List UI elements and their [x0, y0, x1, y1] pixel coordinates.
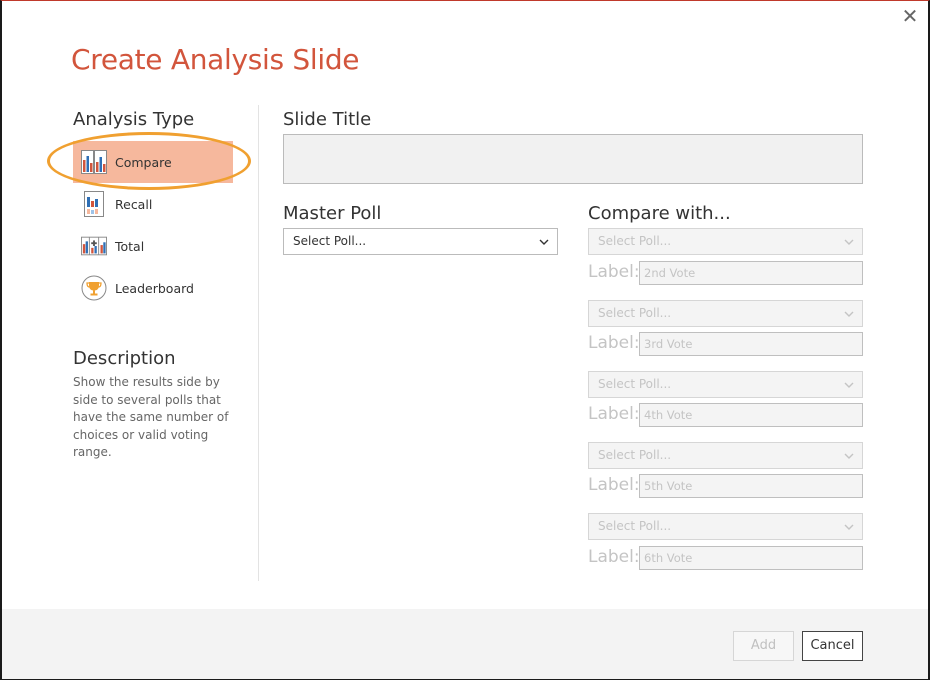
analysis-type-label: Recall — [115, 196, 153, 212]
analysis-type-label: Leaderboard — [115, 280, 194, 296]
cancel-button[interactable]: Cancel — [802, 631, 863, 661]
total-chart-icon — [81, 233, 107, 259]
compare-label-input-4[interactable]: 5th Vote — [639, 474, 863, 498]
column-divider — [258, 105, 259, 581]
compare-poll-select-3[interactable]: Select Poll... — [588, 371, 863, 398]
label-prefix: Label: — [588, 547, 640, 567]
compare-poll-select-2[interactable]: Select Poll... — [588, 300, 863, 327]
compare-label-row-2: Label: 3rd Vote — [588, 332, 863, 356]
compare-poll-selected: Select Poll... — [598, 377, 672, 391]
compare-label-input-3[interactable]: 4th Vote — [639, 403, 863, 427]
dialog-footer: Add Cancel — [2, 609, 928, 679]
compare-label-input-5[interactable]: 6th Vote — [639, 546, 863, 570]
compare-poll-select-5[interactable]: Select Poll... — [588, 513, 863, 540]
label-prefix: Label: — [588, 262, 640, 282]
analysis-type-heading: Analysis Type — [73, 109, 195, 130]
description-text: Show the results side by side to several… — [73, 375, 229, 459]
label-prefix: Label: — [588, 404, 640, 424]
description-heading: Description — [73, 348, 176, 369]
add-button[interactable]: Add — [733, 631, 794, 661]
master-poll-select[interactable]: Select Poll... — [283, 228, 558, 255]
slide-title-input[interactable] — [283, 134, 863, 184]
chevron-down-icon — [843, 229, 855, 254]
compare-poll-selected: Select Poll... — [598, 448, 672, 462]
trophy-icon — [81, 275, 107, 301]
chevron-down-icon — [538, 229, 550, 254]
compare-label-row-3: Label: 4th Vote — [588, 403, 863, 427]
compare-poll-select-1[interactable]: Select Poll... — [588, 228, 863, 255]
label-prefix: Label: — [588, 475, 640, 495]
compare-label-row-4: Label: 5th Vote — [588, 474, 863, 498]
close-button[interactable]: ✕ — [900, 7, 920, 27]
dialog-title: Create Analysis Slide — [71, 43, 360, 76]
compare-label-input-2[interactable]: 3rd Vote — [639, 332, 863, 356]
analysis-type-label: Compare — [115, 154, 172, 170]
master-poll-selected: Select Poll... — [293, 234, 367, 248]
compare-chart-icon — [81, 149, 107, 175]
compare-with-heading: Compare with... — [588, 203, 731, 224]
analysis-type-list: Compare Recall Total Leaderboard — [73, 141, 233, 309]
analysis-type-leaderboard[interactable]: Leaderboard — [73, 267, 233, 309]
analysis-type-total[interactable]: Total — [73, 225, 233, 267]
chevron-down-icon — [843, 372, 855, 397]
analysis-type-label: Total — [115, 238, 145, 254]
chevron-down-icon — [843, 301, 855, 326]
analysis-type-recall[interactable]: Recall — [73, 183, 233, 225]
compare-poll-select-4[interactable]: Select Poll... — [588, 442, 863, 469]
compare-poll-selected: Select Poll... — [598, 519, 672, 533]
compare-label-row-1: Label: 2nd Vote — [588, 261, 863, 285]
analysis-type-compare[interactable]: Compare — [73, 141, 233, 183]
label-prefix: Label: — [588, 333, 640, 353]
chevron-down-icon — [843, 514, 855, 539]
compare-poll-selected: Select Poll... — [598, 306, 672, 320]
recall-chart-icon — [81, 191, 107, 217]
close-icon: ✕ — [901, 6, 919, 28]
compare-poll-selected: Select Poll... — [598, 234, 672, 248]
slide-title-heading: Slide Title — [283, 109, 372, 130]
master-poll-heading: Master Poll — [283, 203, 382, 224]
compare-label-input-1[interactable]: 2nd Vote — [639, 261, 863, 285]
create-analysis-dialog: ✕ Create Analysis Slide Analysis Type Co… — [0, 0, 930, 680]
compare-label-row-5: Label: 6th Vote — [588, 546, 863, 570]
chevron-down-icon — [843, 443, 855, 468]
